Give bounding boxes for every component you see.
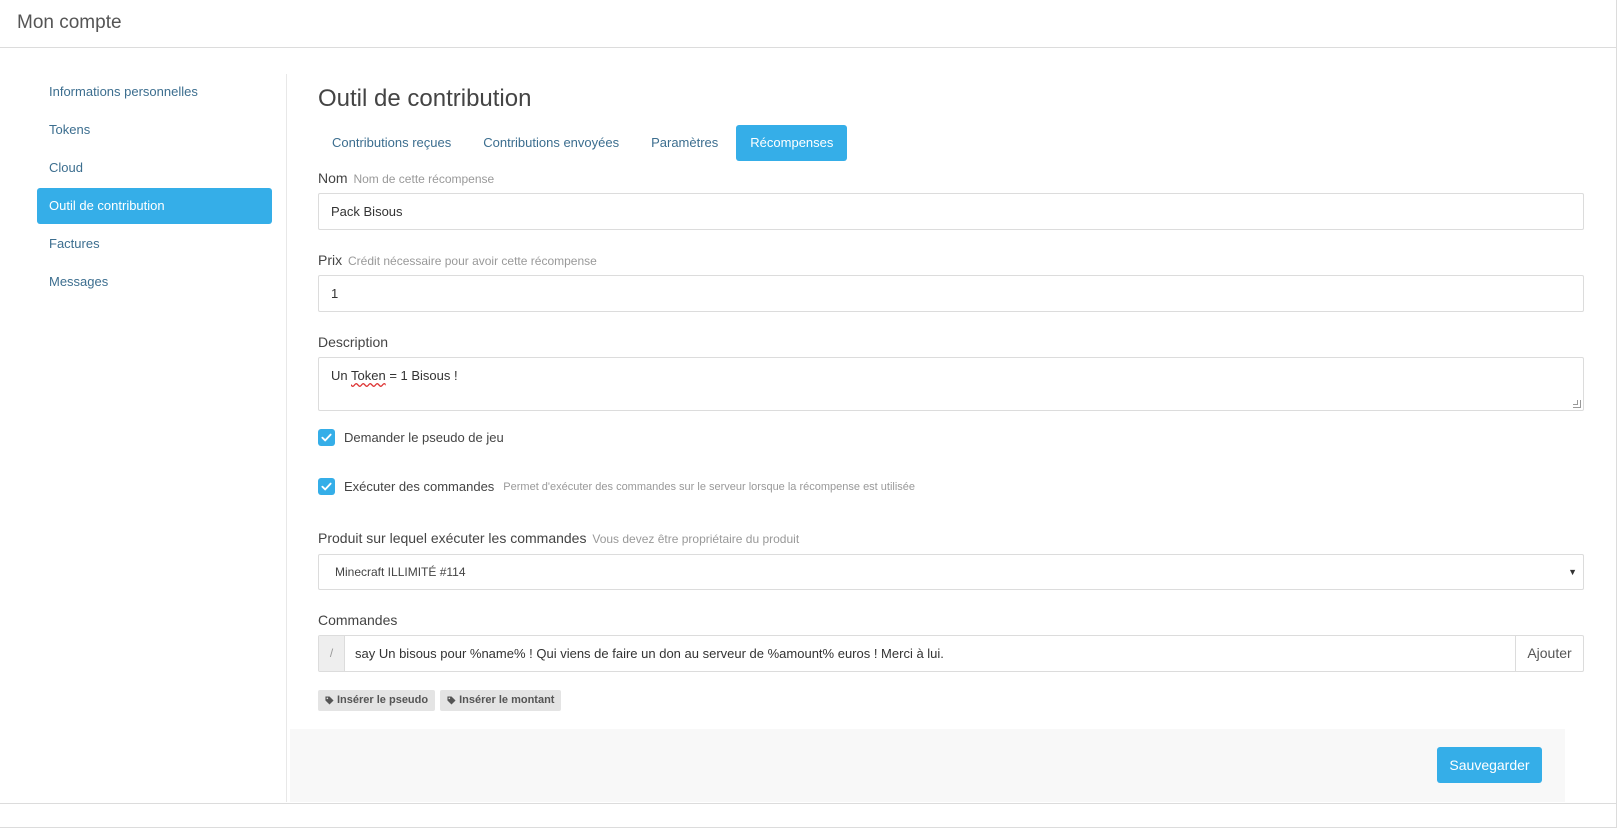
product-hint: Vous devez être propriétaire du produit	[592, 532, 800, 546]
commands-label: Commandes	[318, 612, 398, 628]
bottom-divider	[0, 803, 1617, 804]
tab-sent[interactable]: Contributions envoyées	[469, 125, 633, 161]
product-label-text: Produit sur lequel exécuter les commande…	[318, 530, 587, 546]
description-misspelled-word: Token	[351, 368, 386, 383]
name-hint: Nom de cette récompense	[353, 172, 495, 186]
resize-handle-icon[interactable]	[1573, 400, 1581, 408]
run-commands-label: Exécuter des commandes	[344, 479, 495, 494]
name-label-text: Nom	[318, 170, 348, 186]
command-prefix: /	[319, 636, 345, 671]
page-header: Mon compte	[0, 0, 1617, 48]
tag-icon	[447, 696, 456, 705]
product-label: Produit sur lequel exécuter les commande…	[318, 530, 799, 546]
price-label: Prix Crédit nécessaire pour avoir cette …	[318, 252, 597, 268]
sidebar-item-personal-info[interactable]: Informations personnelles	[37, 74, 272, 110]
description-text-after: = 1 Bisous !	[385, 368, 458, 383]
run-commands-row: Exécuter des commandes Permet d'exécuter…	[318, 478, 915, 495]
sidebar-item-cloud[interactable]: Cloud	[37, 150, 272, 186]
commands-input-group: / say Un bisous pour %name% ! Qui viens …	[318, 635, 1584, 672]
sidebar-item-tokens[interactable]: Tokens	[37, 112, 272, 148]
caret-down-icon: ▼	[1568, 567, 1577, 577]
sidebar-item-contribution-tool[interactable]: Outil de contribution	[37, 188, 272, 224]
tag-icon	[325, 696, 334, 705]
ask-pseudo-checkbox[interactable]	[318, 429, 335, 446]
product-selected-value: Minecraft ILLIMITÉ #114	[335, 565, 466, 579]
check-icon	[321, 433, 332, 442]
insert-pseudo-label: Insérer le pseudo	[337, 694, 429, 706]
ask-pseudo-label: Demander le pseudo de jeu	[344, 430, 504, 445]
price-input[interactable]: 1	[318, 275, 1584, 312]
command-input[interactable]: say Un bisous pour %name% ! Qui viens de…	[345, 636, 1515, 671]
sidebar-divider	[286, 74, 287, 802]
insert-amount-button[interactable]: Insérer le montant	[440, 690, 562, 711]
save-button[interactable]: Sauvegarder	[1437, 747, 1542, 783]
name-input[interactable]: Pack Bisous	[318, 193, 1584, 230]
page-title: Mon compte	[17, 12, 122, 33]
ask-pseudo-row: Demander le pseudo de jeu	[318, 429, 504, 446]
insert-tags: Insérer le pseudo Insérer le montant	[318, 690, 562, 711]
check-icon	[321, 482, 332, 491]
sidebar-item-invoices[interactable]: Factures	[37, 226, 272, 262]
tab-rewards[interactable]: Récompenses	[736, 125, 848, 161]
run-commands-checkbox[interactable]	[318, 478, 335, 495]
section-title: Outil de contribution	[318, 85, 532, 112]
description-text-before: Un	[331, 368, 351, 383]
run-commands-hint: Permet d'exécuter des commandes sur le s…	[503, 480, 916, 493]
name-label: Nom Nom de cette récompense	[318, 170, 494, 186]
price-label-text: Prix	[318, 252, 343, 268]
tabs: Contributions reçues Contributions envoy…	[318, 125, 851, 161]
sidebar: Informations personnelles Tokens Cloud O…	[37, 74, 272, 302]
sidebar-item-messages[interactable]: Messages	[37, 264, 272, 300]
insert-pseudo-button[interactable]: Insérer le pseudo	[318, 690, 436, 711]
product-select[interactable]: Minecraft ILLIMITÉ #114 ▼	[318, 554, 1584, 590]
description-label: Description	[318, 334, 389, 350]
form-footer	[290, 729, 1565, 802]
tab-settings[interactable]: Paramètres	[637, 125, 732, 161]
price-hint: Crédit nécessaire pour avoir cette récom…	[348, 254, 597, 268]
tab-received[interactable]: Contributions reçues	[318, 125, 465, 161]
add-command-button[interactable]: Ajouter	[1515, 636, 1583, 671]
insert-amount-label: Insérer le montant	[459, 694, 555, 706]
description-textarea[interactable]: Un Token = 1 Bisous !	[318, 357, 1584, 411]
